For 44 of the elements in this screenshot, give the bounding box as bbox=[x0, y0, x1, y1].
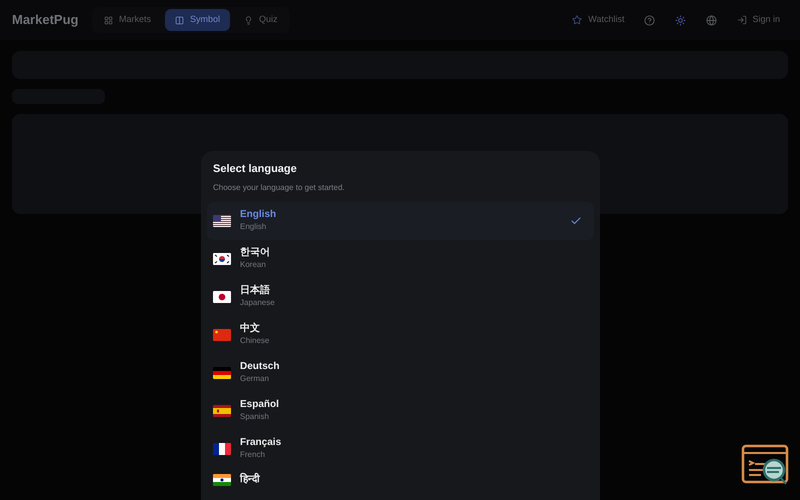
help-icon[interactable] bbox=[644, 14, 656, 26]
language-icon[interactable] bbox=[706, 14, 718, 26]
flag-icon bbox=[213, 290, 231, 302]
language-name: Deutsch bbox=[240, 361, 280, 373]
star-icon bbox=[572, 15, 582, 25]
flag-icon bbox=[213, 366, 231, 378]
language-name: 中文 bbox=[240, 323, 261, 335]
language-option[interactable]: Español Spanish bbox=[207, 392, 594, 430]
flag-icon bbox=[213, 442, 231, 454]
nav-icon bbox=[104, 16, 113, 24]
language-english-name: Japanese bbox=[240, 297, 275, 308]
theme-icon[interactable] bbox=[675, 14, 686, 26]
language-english-name: German bbox=[240, 373, 270, 384]
nav-icon bbox=[244, 16, 254, 24]
language-name: Español bbox=[240, 399, 279, 411]
flag-icon bbox=[213, 252, 231, 264]
dialog-title: Select language bbox=[213, 162, 298, 177]
language-name: 日本語 bbox=[240, 285, 271, 297]
language-english-name: English bbox=[240, 221, 268, 232]
flag-icon bbox=[213, 474, 231, 486]
check-icon bbox=[570, 214, 582, 226]
sign-in-icon bbox=[737, 15, 748, 25]
language-option[interactable]: 한국어 Korean bbox=[207, 240, 594, 278]
language-option[interactable]: 日本語 Japanese bbox=[207, 278, 594, 316]
language-name: 한국어 bbox=[240, 247, 270, 259]
language-option[interactable]: Deutsch German bbox=[207, 354, 594, 392]
language-english-name: Chinese bbox=[240, 335, 270, 346]
flag-icon bbox=[213, 214, 231, 226]
language-name: हिन्दी bbox=[240, 474, 260, 486]
flag-icon bbox=[213, 328, 231, 340]
flag-icon bbox=[213, 404, 231, 416]
language-name: English bbox=[240, 209, 276, 221]
language-option[interactable]: Français French bbox=[207, 430, 594, 468]
nav-icon bbox=[175, 16, 184, 24]
language-english-name: Korean bbox=[240, 259, 267, 270]
language-english-name: Spanish bbox=[240, 411, 270, 422]
language-english-name: French bbox=[240, 449, 266, 460]
brand-logo-text[interactable]: MarketPug bbox=[12, 10, 84, 30]
language-option[interactable]: English English bbox=[207, 202, 594, 240]
nav-tab[interactable]: Symbol bbox=[165, 9, 230, 31]
dialog-subtitle: Choose your language to get started. bbox=[213, 182, 346, 194]
language-name: Français bbox=[240, 437, 282, 449]
language-option[interactable]: हिन्दी bbox=[207, 468, 594, 492]
language-option[interactable]: 中文 Chinese bbox=[207, 316, 594, 354]
